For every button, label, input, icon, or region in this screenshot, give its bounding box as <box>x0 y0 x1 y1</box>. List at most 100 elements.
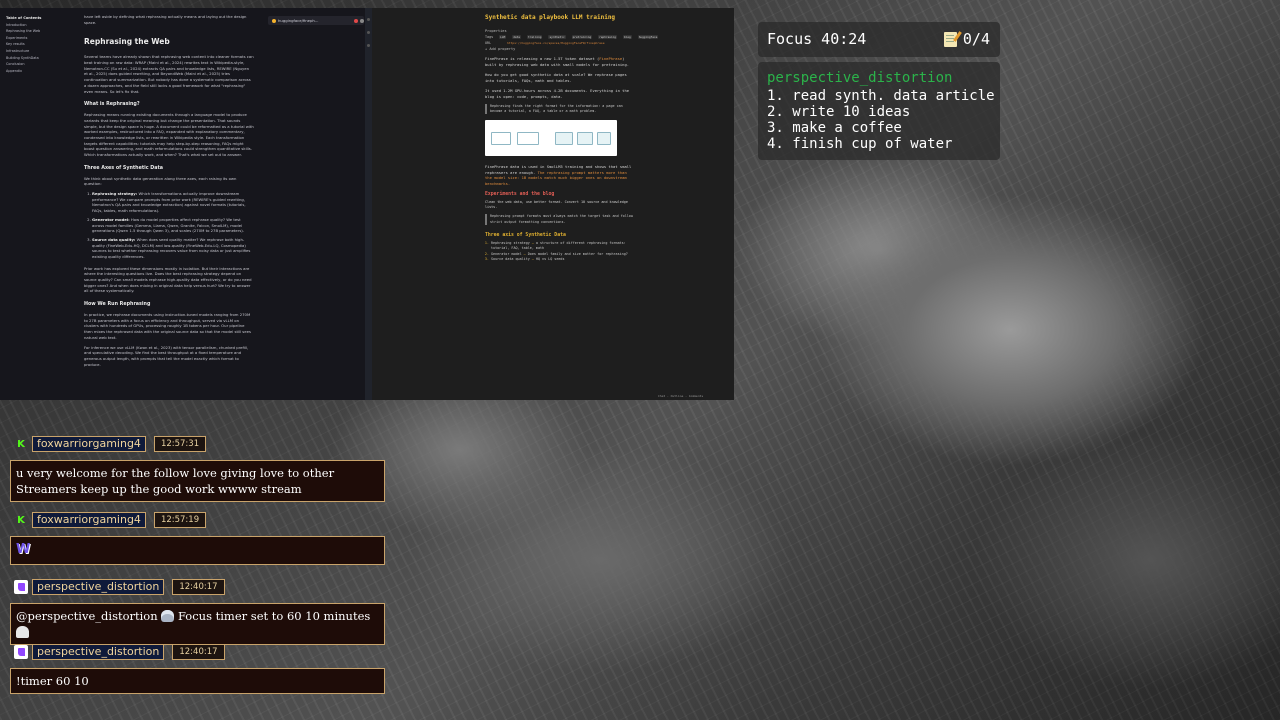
list-item: Source data quality: When does seed qual… <box>92 237 254 260</box>
tag[interactable]: rephrasing <box>598 35 617 39</box>
focus-timer-panel: Focus 40:24 0/4 <box>758 22 1000 57</box>
section-heading: Experiments and the blog <box>485 192 555 198</box>
pipeline-diagram-image <box>485 120 617 157</box>
axes-list: Rephrasing strategy: Which transformatio… <box>84 191 254 260</box>
chat-timestamp: 12:40:17 <box>172 579 225 595</box>
favicon-icon <box>272 18 276 23</box>
subsection-heading: How We Run Rephrasing <box>84 302 151 308</box>
menu-icon <box>367 44 370 47</box>
paragraph: FinePhrase is releasing a new 1.5T token… <box>485 56 630 67</box>
chat-username: foxwarriorgaming4 <box>32 512 146 528</box>
chat-message-header: K foxwarriorgaming4 12:57:31 <box>14 436 207 452</box>
chat-message-header: perspective_distortion 12:40:17 <box>14 579 225 595</box>
chat-message-header: perspective_distortion 12:40:17 <box>14 644 225 660</box>
chat-message: @perspective_distortion Focus timer set … <box>10 603 385 645</box>
tag[interactable]: synthetic <box>548 35 566 39</box>
intro-text: have left aside by defining what rephras… <box>84 14 247 25</box>
task-count: 0/4 <box>962 30 990 48</box>
paragraph: We think about synthetic data generation… <box>84 175 237 187</box>
paragraph: Rephrasing means running existing docume… <box>84 112 254 157</box>
notes-title: Synthetic data playbook LLM training <box>485 14 616 21</box>
twitch-icon <box>14 645 28 659</box>
tab-title: huggingface/fineph... <box>278 18 319 23</box>
tag[interactable]: LLM <box>499 35 507 39</box>
tag[interactable]: huggingface <box>637 35 659 39</box>
browser-tab[interactable]: huggingface/fineph... <box>268 16 364 25</box>
toc-item[interactable]: Building SynthData <box>6 56 54 60</box>
task-counter: 0/4 <box>943 30 990 48</box>
toc-item[interactable]: Experiments <box>6 36 54 40</box>
robot-emoji-icon <box>161 610 175 622</box>
chat-message: u very welcome for the follow love givin… <box>10 460 385 502</box>
paragraph: FinePhrase data is used in SmolLM3 train… <box>485 164 632 186</box>
paragraph: How do you get good synthetic data at sc… <box>485 72 627 83</box>
subsection-heading: Three Axes of Synthetic Data <box>84 165 164 171</box>
chat-message: W <box>10 536 385 565</box>
focus-timer: Focus 40:24 <box>767 30 867 48</box>
ghost-emoji-icon <box>16 626 29 638</box>
chat-timestamp: 12:57:31 <box>153 436 207 452</box>
toc-item[interactable]: Infrastructure <box>6 49 54 53</box>
task-owner: perspective_distortion <box>767 70 953 86</box>
close-icon[interactable] <box>360 18 364 23</box>
paragraph: Several teams have already shown that re… <box>84 54 254 94</box>
section-heading: Three axis of Synthetic Data <box>485 232 566 238</box>
kick-icon: K <box>17 438 25 450</box>
tag[interactable]: training <box>526 35 543 39</box>
subsection-heading: What is Rephrasing? <box>84 102 140 108</box>
toc-item[interactable]: Key results <box>6 42 54 46</box>
add-property-button[interactable]: + Add property <box>485 47 635 51</box>
tags-property[interactable]: Tags LLM data training synthetic pretrai… <box>485 35 659 39</box>
list-item: Rephrasing strategy — a structure of dif… <box>491 241 635 252</box>
chat-timestamp: 12:40:17 <box>172 644 225 660</box>
status-bar: Chat · Outline · Comments <box>658 394 704 398</box>
chat-username: foxwarriorgaming4 <box>32 436 146 452</box>
window-split-handle[interactable] <box>365 8 372 400</box>
toc-item[interactable]: Appendix <box>6 69 54 73</box>
paragraph: Clean the web data, use better format. C… <box>485 200 628 210</box>
w-emote-icon: W <box>16 542 31 557</box>
chat-timestamp: 12:57:19 <box>153 512 207 528</box>
blockquote: Rephrasing finds the right format for th… <box>485 104 635 115</box>
article-content: have left aside by defining what rephras… <box>84 14 254 371</box>
table-of-contents: Table of Contents Introduction Rephrasin… <box>6 16 54 73</box>
kick-icon: K <box>17 514 25 526</box>
record-icon <box>354 18 358 23</box>
source-link[interactable]: https://huggingface.co/spaces/HuggingFac… <box>507 41 605 45</box>
paragraph: Prior work has explored these dimensions… <box>84 265 252 294</box>
paragraph: In practice, we rephrase documents using… <box>84 312 251 340</box>
list-item: Rephrasing strategy: Which transformatio… <box>92 191 254 214</box>
task-item: 1. read synth. data article <box>767 88 995 104</box>
properties-label: Properties <box>485 29 507 33</box>
paragraph: It used 1.2M GPU-hours across 4.2B docum… <box>485 88 630 99</box>
menu-icon <box>367 18 370 21</box>
article-window[interactable]: Table of Contents Introduction Rephrasin… <box>0 8 365 400</box>
toc-item[interactable]: Introduction <box>6 23 54 27</box>
menu-icon <box>367 31 370 34</box>
axes-list: Rephrasing strategy — a structure of dif… <box>485 241 635 263</box>
twitch-icon <box>14 580 28 594</box>
section-heading: Rephrasing the Web <box>84 37 170 47</box>
tag[interactable]: pretraining <box>571 35 593 39</box>
notes-window[interactable]: Synthetic data playbook LLM training Pro… <box>372 8 734 400</box>
list-item: Generator model: How do model properties… <box>92 217 254 234</box>
chat-message-header: K foxwarriorgaming4 12:57:19 <box>14 512 207 528</box>
notes-content: Synthetic data playbook LLM training Pro… <box>485 14 659 263</box>
blockquote: Rephrasing prompt formats must always ma… <box>485 214 635 225</box>
tag[interactable]: blog <box>623 35 632 39</box>
url-property[interactable]: URL https://huggingface.co/spaces/Huggin… <box>485 41 635 45</box>
tag[interactable]: data <box>512 35 521 39</box>
toc-item[interactable]: Rephrasing the Web <box>6 29 54 33</box>
chat-username: perspective_distortion <box>32 644 165 660</box>
toc-item[interactable]: Conclusion <box>6 62 54 66</box>
chat-username: perspective_distortion <box>32 579 165 595</box>
task-item: 2. write 10 ideas <box>767 104 911 120</box>
task-item: 3. make a coffee <box>767 120 902 136</box>
task-list-panel: perspective_distortion 1. read synth. da… <box>758 62 1000 160</box>
chat-message: !timer 60 10 <box>10 668 385 694</box>
paragraph: For inference we use vLLM (Kwon et al., … <box>84 344 249 367</box>
toc-title: Table of Contents <box>6 16 42 20</box>
task-item: 4. finish cup of water <box>767 136 953 152</box>
list-item: Source data quality — HQ vs LQ seeds <box>491 257 635 262</box>
memo-icon <box>943 31 957 47</box>
